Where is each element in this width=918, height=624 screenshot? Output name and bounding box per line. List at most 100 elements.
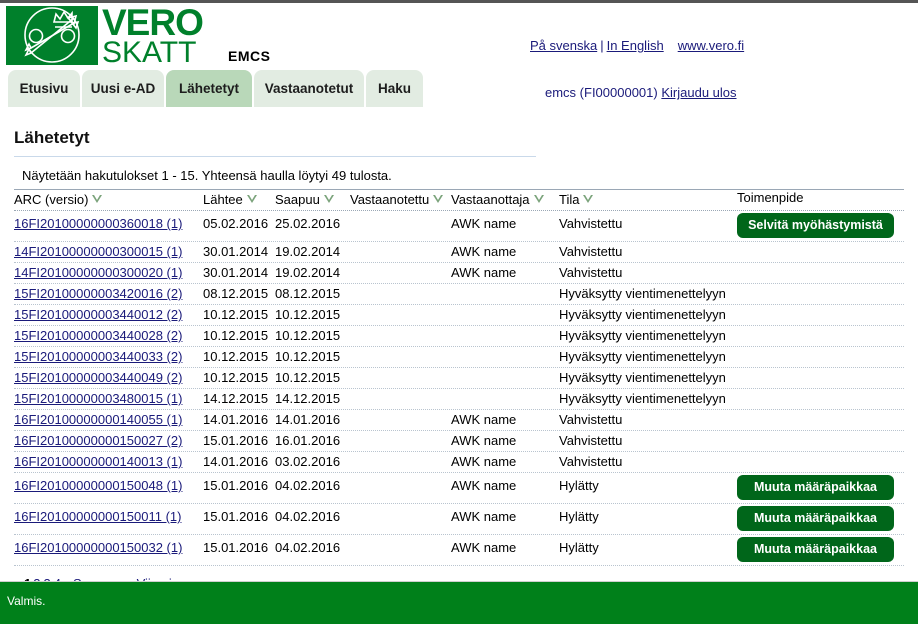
table-row: 16FI20100000000140055 (1) 14.01.2016 14.01…: [14, 410, 904, 431]
sort-descending-icon[interactable]: [323, 195, 335, 203]
sort-descending-icon[interactable]: [533, 195, 545, 203]
table-row: 15FI20100000003440049 (2) 10.12.2015 10.12…: [14, 368, 904, 389]
column-header-vastaanotettu[interactable]: Vastaanotettu: [350, 192, 444, 207]
tab-label: Lähetetyt: [178, 81, 239, 96]
arc-link[interactable]: 15FI20100000003440033 (2): [14, 349, 182, 364]
sort-descending-icon[interactable]: [583, 195, 594, 203]
cell-leaves: 10.12.2015: [203, 307, 269, 322]
cell-arc: 15FI20100000003440012 (2): [14, 307, 182, 322]
cell-state: Vahvistettu: [559, 216, 623, 231]
status-text: Valmis.: [7, 594, 46, 608]
cell-arc: 16FI20100000000150048 (1): [14, 478, 182, 493]
cell-state: Hyväksytty vientimenettelyyn: [559, 391, 726, 406]
arc-link[interactable]: 16FI20100000000360018 (1): [14, 216, 182, 231]
column-header-vastaanottaja[interactable]: Vastaanottaja: [451, 192, 545, 207]
cell-receiver: AWK name: [451, 509, 517, 524]
arc-link[interactable]: 16FI20100000000150027 (2): [14, 433, 182, 448]
cell-action: Muuta määräpaikkaa: [737, 475, 894, 500]
cell-arrives: 10.12.2015: [275, 349, 341, 364]
column-header-label: Saapuu: [275, 192, 320, 207]
cell-arc: 15FI20100000003420016 (2): [14, 286, 182, 301]
cell-arrives: 16.01.2016: [275, 433, 341, 448]
tab-lahetetyt[interactable]: Lähetetyt: [166, 70, 252, 107]
tab-label: Vastaanotetut: [264, 81, 354, 96]
link-vero-fi[interactable]: www.vero.fi: [678, 38, 744, 53]
cell-action: Muuta määräpaikkaa: [737, 506, 894, 531]
brand-logo[interactable]: VERO SKATT: [6, 4, 204, 68]
tab-haku[interactable]: Haku: [366, 70, 423, 107]
tab-uusi-e-ad[interactable]: Uusi e-AD: [82, 70, 164, 107]
action-button[interactable]: Selvitä myöhästymistä: [737, 213, 894, 238]
cell-arc: 16FI20100000000150027 (2): [14, 433, 182, 448]
arc-link[interactable]: 15FI20100000003440049 (2): [14, 370, 182, 385]
column-header-tila[interactable]: Tila: [559, 192, 594, 207]
arc-link[interactable]: 16FI20100000000140055 (1): [14, 412, 182, 427]
page-title: Lähetetyt: [14, 128, 90, 147]
table-row: 14FI20100000000300015 (1) 30.01.2014 19.02…: [14, 242, 904, 263]
cell-state: Hyväksytty vientimenettelyyn: [559, 349, 726, 364]
link-pa-svenska[interactable]: På svenska: [530, 38, 597, 53]
cell-state: Hylätty: [559, 509, 599, 524]
tab-vastaanotetut[interactable]: Vastaanotetut: [254, 70, 364, 107]
cell-state: Hyväksytty vientimenettelyyn: [559, 370, 726, 385]
arc-link[interactable]: 16FI20100000000150032 (1): [14, 540, 182, 555]
cell-state: Vahvistettu: [559, 433, 623, 448]
cell-arc: 15FI20100000003440028 (2): [14, 328, 182, 343]
arc-link[interactable]: 16FI20100000000150048 (1): [14, 478, 182, 493]
cell-receiver: AWK name: [451, 454, 517, 469]
column-header-label: ARC (versio): [14, 192, 89, 207]
main-tab-bar: Etusivu Uusi e-AD Lähetetyt Vastaanotetu…: [0, 70, 918, 107]
tab-label: Haku: [377, 81, 411, 96]
cell-arrives: 08.12.2015: [275, 286, 341, 301]
title-divider: [14, 156, 536, 157]
sort-descending-icon[interactable]: [92, 195, 103, 203]
results-summary: Näytetään hakutulokset 1 - 15. Yhteensä …: [22, 168, 392, 183]
tab-label: Etusivu: [19, 81, 69, 96]
arc-link[interactable]: 15FI20100000003420016 (2): [14, 286, 182, 301]
cell-arc: 16FI20100000000150011 (1): [14, 509, 181, 524]
link-in-english[interactable]: In English: [607, 38, 664, 53]
cell-receiver: AWK name: [451, 216, 517, 231]
cell-leaves: 05.02.2016: [203, 216, 269, 231]
arc-link[interactable]: 16FI20100000000150011 (1): [14, 509, 181, 524]
cell-arrives: 14.12.2015: [275, 391, 341, 406]
cell-state: Vahvistettu: [559, 265, 623, 280]
cell-leaves: 15.01.2016: [203, 433, 269, 448]
action-button[interactable]: Muuta määräpaikkaa: [737, 537, 894, 562]
cell-arc: 16FI20100000000150032 (1): [14, 540, 182, 555]
column-header-label: Lähtee: [203, 192, 243, 207]
cell-arc: 14FI20100000000300015 (1): [14, 244, 182, 259]
cell-receiver: AWK name: [451, 478, 517, 493]
arc-link[interactable]: 15FI20100000003480015 (1): [14, 391, 182, 406]
column-header-l-htee[interactable]: Lähtee: [203, 192, 258, 207]
action-button[interactable]: Muuta määräpaikkaa: [737, 475, 894, 500]
cell-leaves: 14.01.2016: [203, 454, 269, 469]
sent-movements-table: ARC (versio) Lähtee Saapuu Vastaanotettu Vas…: [14, 189, 904, 566]
arc-link[interactable]: 14FI20100000000300015 (1): [14, 244, 182, 259]
arc-link[interactable]: 16FI20100000000140013 (1): [14, 454, 182, 469]
column-header-label: Vastaanottaja: [451, 192, 530, 207]
page-content: Lähetetyt Näytetään hakutulokset 1 - 15.…: [0, 110, 918, 591]
sort-descending-icon[interactable]: [246, 195, 258, 203]
arc-link[interactable]: 15FI20100000003440012 (2): [14, 307, 182, 322]
cell-receiver: AWK name: [451, 265, 517, 280]
cell-arrives: 03.02.2016: [275, 454, 341, 469]
sort-descending-icon[interactable]: [433, 195, 444, 203]
arc-link[interactable]: 14FI20100000000300020 (1): [14, 265, 182, 280]
cell-action: Selvitä myöhästymistä: [737, 213, 894, 238]
table-row: 16FI20100000000140013 (1) 14.01.2016 03.02…: [14, 452, 904, 473]
cell-arc: 16FI20100000000140013 (1): [14, 454, 182, 469]
tab-etusivu[interactable]: Etusivu: [8, 70, 80, 107]
cell-arrives: 04.02.2016: [275, 478, 341, 493]
column-header-arc-versio[interactable]: ARC (versio): [14, 192, 103, 207]
cell-leaves: 08.12.2015: [203, 286, 269, 301]
cell-arrives: 10.12.2015: [275, 307, 341, 322]
cell-state: Hyväksytty vientimenettelyyn: [559, 307, 726, 322]
cell-arc: 14FI20100000000300020 (1): [14, 265, 182, 280]
cell-leaves: 30.01.2014: [203, 265, 269, 280]
cell-receiver: AWK name: [451, 433, 517, 448]
action-button[interactable]: Muuta määräpaikkaa: [737, 506, 894, 531]
cell-arrives: 04.02.2016: [275, 509, 341, 524]
arc-link[interactable]: 15FI20100000003440028 (2): [14, 328, 182, 343]
column-header-saapuu[interactable]: Saapuu: [275, 192, 335, 207]
